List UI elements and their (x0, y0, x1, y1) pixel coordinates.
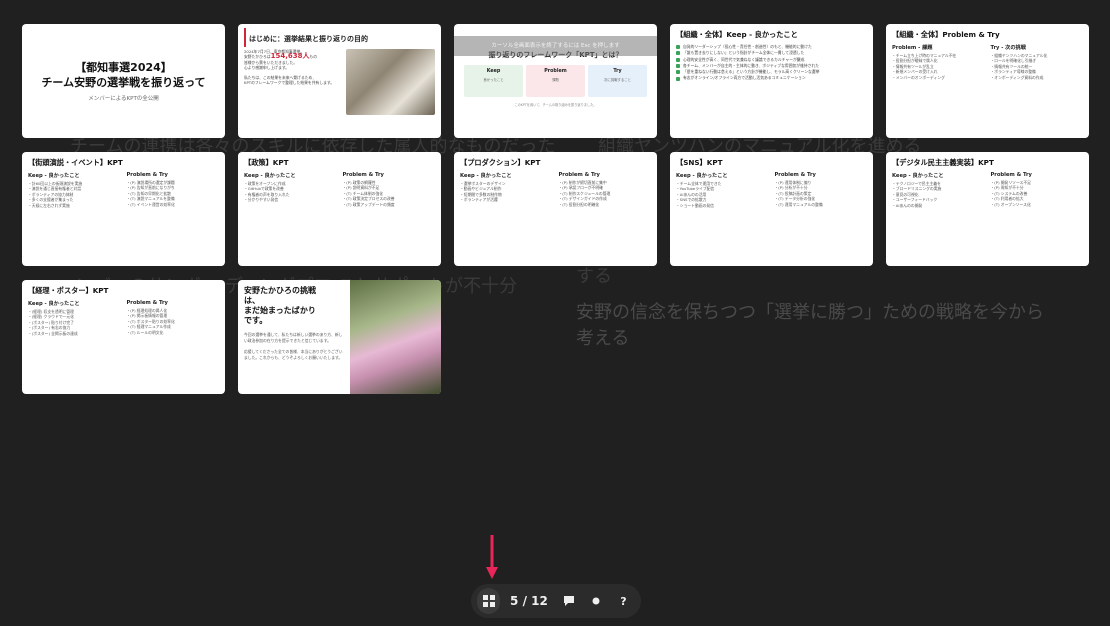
slide-thumbnail-3[interactable]: カーソル全画面表示を終了するには Esc を押します 振り返りのフレームワーク「… (454, 24, 657, 138)
column-heading: Keep - 良かったこと (892, 173, 944, 179)
keep-label: Keep (486, 69, 501, 74)
intro-text: 2024年7月7日、東京都知事選挙。 安野たかひろは154,638人もの 皆様か… (244, 49, 342, 115)
final-body: 今回の選挙を通して、私たちは新しい選挙のあり方、新しい政治参加の在り方を提示でき… (244, 332, 343, 343)
slide-thumbnail-10[interactable]: 【デジタル民主主義実装】KPT Keep - 良かったこと ・テクノロジーで民主… (886, 152, 1089, 266)
comment-icon (564, 596, 575, 606)
column-heading: Keep - 良かったこと (460, 173, 512, 179)
bullet: ・ボランティアが活躍 (460, 197, 498, 203)
problem-box: Problem 課題 (526, 65, 585, 97)
try-box: Try 次に挑戦すること (588, 65, 647, 97)
column-heading: Problem & Try (990, 172, 1032, 178)
slide-thumbnail-12[interactable]: 安野たかひろの挑戦 は、 まだ始まったばかり です。 今回の選挙を通して、私たち… (238, 280, 441, 394)
try-label: Try (613, 69, 622, 74)
slide-title: 【政策】KPT (244, 158, 289, 167)
slide-thumbnail-5[interactable]: 【組織・全体】Problem & Try Problem - 課題 ・チーム立ち… (886, 24, 1089, 138)
bg-line: 安野の信念を保ちつつ「選挙に勝つ」ための戦略を今から (576, 302, 1044, 323)
column-heading: Keep - 良かったこと (28, 301, 80, 307)
tanabata-photo (350, 280, 441, 394)
slide-title: 【SNS】KPT (676, 158, 723, 167)
slide-thumbnail-9[interactable]: 【SNS】KPT Keep - 良かったこと ・チーム全体で運用できた ・You… (670, 152, 873, 266)
column-heading: Problem & Try (558, 172, 600, 178)
team-photo (345, 49, 435, 115)
bullet: ・(T) 運用マニュアルの整備 (774, 201, 823, 207)
slide-title: 【組織・全体】Keep - 良かったこと (676, 30, 798, 39)
list-item-text: 有志がオンライン/オフライン両方で活動し活気あるコミュニケーション (683, 75, 806, 81)
column-heading: Keep - 良かったこと (676, 173, 728, 179)
bullet: ・オンボーディング資料の作成 (990, 74, 1044, 80)
bullet: ・メンバーのオンボーディング (892, 74, 945, 80)
slide-title: 【デジタル民主主義実装】KPT (892, 158, 994, 167)
slide-thumbnail-7[interactable]: 【政策】KPT Keep - 良かったこと ・政策をオープンに作成 ・GitHu… (238, 152, 441, 266)
bullet: ・天候に左右されず実施 (28, 202, 70, 208)
slide-title: 【経理・ポスター】KPT (28, 286, 109, 295)
help-icon: ? (620, 594, 627, 608)
slide-title: 【プロダクション】KPT (460, 158, 541, 167)
help-button[interactable]: ? (611, 588, 635, 614)
try-desc: 次に挑戦すること (603, 78, 632, 82)
dot-icon (592, 597, 600, 605)
column-heading: Problem - 課題 (892, 45, 933, 51)
column-heading: Keep - 良かったこと (28, 173, 80, 179)
annotation-arrow-icon (486, 535, 498, 579)
slide-title: 【街頭演説・イベント】KPT (28, 158, 123, 167)
bg-line: 考える (576, 328, 630, 349)
slide-thumbnail-1[interactable]: 【都知事選2024】 チーム安野の選挙戦を振り返って メンバーによるKPTの全公… (22, 24, 225, 138)
check-icon (676, 64, 680, 69)
bullet: ・ショート動画の発信 (676, 202, 714, 208)
column-heading: Try - 次の挑戦 (990, 45, 1026, 51)
bullet: ・(T) ルールの明文化 (126, 329, 164, 335)
slide-thumbnail-11[interactable]: 【経理・ポスター】KPT Keep - 良かったこと ・(経理) 収支を透明に管… (22, 280, 225, 394)
fullscreen-exit-hint: カーソル全画面表示を終了するには Esc を押します (454, 36, 657, 56)
pointer-button[interactable] (584, 588, 608, 614)
check-icon (676, 70, 680, 75)
check-icon (676, 51, 680, 56)
check-icon (676, 45, 680, 50)
slide-title: 【組織・全体】Problem & Try (892, 30, 1000, 39)
bullet: ・(T) 役割分担の明確化 (558, 201, 600, 207)
slide-thumbnail-6[interactable]: 【街頭演説・イベント】KPT Keep - 良かったこと ・計60回以上の街頭演… (22, 152, 225, 266)
page-indicator: 5 / 12 (510, 594, 548, 608)
slide-thumbnail-2[interactable]: はじめに：選挙結果と振り返りの目的 2024年7月7日、東京都知事選挙。 安野た… (238, 24, 441, 138)
cover-subtitle: メンバーによるKPTの全公開 (88, 96, 159, 102)
column-heading: Keep - 良かったこと (244, 173, 296, 179)
slide-title: はじめに：選挙結果と振り返りの目的 (244, 28, 441, 47)
bullet: ・AIあんのの開発 (892, 202, 923, 208)
intro-line: 心より感謝申し上げます。 (244, 65, 290, 71)
problem-label: Problem (544, 69, 567, 74)
keep-box: Keep 良かったこと (464, 65, 523, 97)
check-icon (676, 76, 680, 81)
problem-desc: 課題 (552, 78, 559, 82)
column-heading: Problem & Try (342, 172, 384, 178)
final-body: 応援してくださった全ての皆様、本当にありがとうございました。これからも、どうぞよ… (244, 349, 343, 360)
cover-title-line1: 【都知事選2024】 (75, 61, 172, 74)
presentation-toolbar: 5 / 12 ? (471, 584, 641, 618)
intro-line: 安野たかひろは (244, 54, 271, 60)
final-title-line3: まだ始まったばかり (244, 306, 316, 315)
slide-thumbnail-4[interactable]: 【組織・全体】Keep - 良かったこと 自発的リーダーシップ（役心性・責任性・… (670, 24, 873, 138)
grid-view-button[interactable] (477, 588, 501, 614)
slide-thumbnail-8[interactable]: 【プロダクション】KPT Keep - 良かったこと ・選挙ポスターのデザイン … (454, 152, 657, 266)
keep-list: 自発的リーダーシップ（役心性・責任性・創造性）のもと、機能的に動けた 「誰も置き… (670, 42, 873, 84)
intro-line: もの (309, 54, 318, 60)
bullet: ・(T) オープンソース化 (990, 201, 1031, 207)
cover-title-line2: チーム安野の選挙戦を振り返って (41, 76, 206, 89)
bullet: ・(T) イベント運営の効率化 (126, 201, 175, 207)
list-item: 有志がオンライン/オフライン両方で活動し活気あるコミュニケーション (676, 75, 867, 81)
final-title-line4: です。 (244, 316, 268, 325)
keep-desc: 良かったこと (483, 78, 504, 82)
bullet: ・分かりやすい発信 (244, 197, 279, 203)
comment-button[interactable] (557, 588, 581, 614)
final-title-line2: は、 (244, 296, 260, 305)
bullet: ・(ポスター) 全掲示板の達成 (28, 330, 78, 336)
bullet: ・(T) 政策アップデートの頻度 (342, 201, 395, 207)
final-title-line1: 安野たかひろの挑戦 (244, 286, 316, 295)
intro-line: KPTのフレームワークで整理した結果を共有します。 (244, 80, 335, 86)
slide-footnote: このKPTを用いて、チームの取り組みを振り返りました。 (514, 103, 597, 107)
column-heading: Problem & Try (126, 300, 168, 306)
column-heading: Problem & Try (126, 172, 168, 178)
check-icon (676, 57, 680, 62)
cover-slide: 【都知事選2024】 チーム安野の選挙戦を振り返って メンバーによるKPTの全公… (22, 24, 225, 138)
column-heading: Problem & Try (774, 172, 816, 178)
grid-icon (482, 595, 495, 607)
